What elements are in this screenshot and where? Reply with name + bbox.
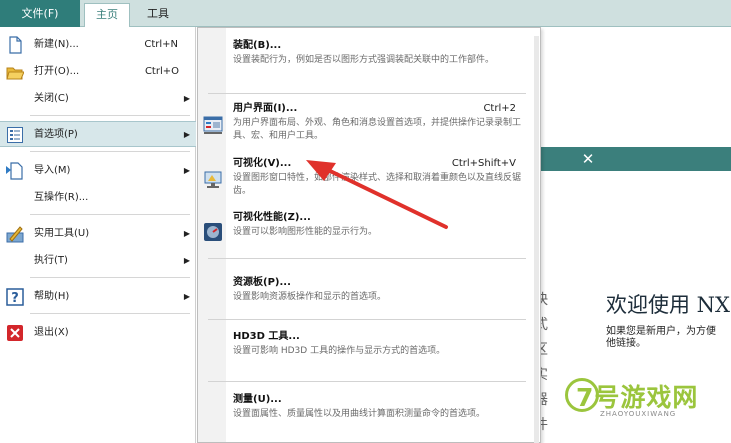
resource-panel-header: ✕ [536, 147, 731, 171]
menu-item-label: 导入(M) [34, 165, 71, 176]
submenu-divider [208, 258, 526, 259]
submenu-item-description: 设置可影响 HD3D 工具的操作与显示方式的首选项。 [233, 346, 446, 356]
chevron-right-icon: ▶ [183, 256, 190, 265]
chevron-right-icon: ▶ [183, 292, 190, 301]
watermark-logo: 7号游戏网 ZHAOYOUXIWANG [560, 378, 710, 434]
submenu-item-title: 测量(U)... [233, 394, 282, 405]
shortcut-label: Ctrl+N [144, 39, 178, 50]
menu-item-execute[interactable]: 执行(T) ▶ [0, 248, 196, 274]
help-icon: ? [6, 288, 24, 306]
tab-home[interactable]: 主页 [84, 3, 130, 27]
chevron-right-icon: ▶ [183, 94, 190, 103]
menu-item-label: 新建(N)... [34, 39, 79, 50]
shortcut-label: Ctrl+O [144, 66, 179, 77]
menu-item-label: 实用工具(U) [34, 228, 90, 239]
menu-item-new[interactable]: 新建(N)... Ctrl+N [0, 32, 196, 58]
submenu-item-description: 设置装配行为，例如是否以图形方式强调装配关联中的工作部件。 [233, 55, 495, 65]
watermark-text: 7号游戏网 [576, 383, 699, 412]
submenu-item-title: 装配(B)... [233, 40, 282, 51]
submenu-divider [208, 381, 526, 382]
close-icon[interactable]: ✕ [580, 147, 596, 171]
menu-item-help[interactable]: ? 帮助(H) ▶ [0, 284, 196, 310]
menu-item-utilities[interactable]: 实用工具(U) ▶ [0, 221, 196, 247]
menu-item-open[interactable]: 打开(O)... Ctrl+O [0, 59, 196, 85]
menu-divider [30, 115, 190, 116]
preferences-submenu: 装配(B)... 设置装配行为，例如是否以图形方式强调装配关联中的工作部件。 用… [197, 27, 541, 443]
menu-item-exit[interactable]: 退出(X) [0, 320, 196, 346]
menu-divider [30, 313, 190, 314]
submenu-divider [208, 93, 526, 94]
submenu-item-user-interface[interactable]: 用户界面(I)... Ctrl+2 为用户界面布局、外观、角色和消息设置首选项，… [198, 102, 540, 152]
menu-item-label: 打开(O)... [34, 66, 80, 77]
visualization-icon [202, 169, 224, 191]
submenu-item-description: 为用户界面布局、外观、角色和消息设置首选项，并提供操作记录录制工具、宏、和用户工… [233, 118, 522, 141]
welcome-line: 他链接。 [606, 338, 646, 349]
submenu-item-title: HD3D 工具... [233, 331, 300, 342]
utilities-icon [6, 225, 24, 243]
menu-item-import[interactable]: 导入(M) ▶ [0, 158, 196, 184]
menu-item-label: 执行(T) [34, 255, 68, 266]
menu-divider [30, 214, 190, 215]
submenu-divider [208, 319, 526, 320]
ribbon-tab-bar: 文件(F) 主页 工具 [0, 0, 731, 27]
submenu-item-assembly[interactable]: 装配(B)... 设置装配行为，例如是否以图形方式强调装配关联中的工作部件。 [198, 39, 540, 89]
submenu-item-resource-bar[interactable]: 资源板(P)... 设置影响资源板操作和显示的首选项。 [198, 276, 540, 312]
menu-item-label: 帮助(H) [34, 291, 70, 302]
annotation-arrow-icon [306, 160, 448, 229]
chevron-right-icon: ▶ [183, 130, 190, 139]
watermark-subtext: ZHAOYOUXIWANG [600, 410, 677, 418]
svg-text:?: ? [11, 291, 19, 306]
submenu-item-measure[interactable]: 测量(U)... 设置面属性、质量属性以及用曲线计算面积测量命令的首选项。 [198, 393, 540, 443]
submenu-item-description: 设置影响资源板操作和显示的首选项。 [233, 292, 387, 302]
submenu-item-title: 用户界面(I)... [233, 103, 298, 114]
submenu-scrollbar[interactable] [534, 36, 539, 443]
submenu-item-description: 设置面属性、质量属性以及用曲线计算面积测量命令的首选项。 [233, 409, 486, 419]
welcome-line: 如果您是新用户，为方便 [606, 326, 716, 337]
open-folder-icon [6, 63, 25, 81]
shortcut-label: Ctrl+Shift+V [451, 158, 516, 169]
submenu-item-title: 资源板(P)... [233, 277, 291, 288]
user-interface-icon [202, 114, 224, 136]
shortcut-label: Ctrl+2 [483, 103, 516, 114]
submenu-item-title: 可视化(V)... [233, 158, 292, 169]
menu-item-label: 退出(X) [34, 327, 69, 338]
submenu-item-hd3d-tools[interactable]: HD3D 工具... 设置可影响 HD3D 工具的操作与显示方式的首选项。 [198, 330, 540, 366]
visualization-performance-icon [202, 221, 224, 243]
menu-item-label: 互操作(R)... [34, 192, 89, 203]
menu-item-close[interactable]: 关闭(C) ▶ [0, 86, 196, 112]
menu-item-label: 关闭(C) [34, 93, 69, 104]
chevron-right-icon: ▶ [183, 166, 190, 175]
preferences-icon [6, 126, 24, 144]
exit-icon [6, 324, 24, 342]
menu-item-interop[interactable]: 互操作(R)... [0, 185, 196, 211]
welcome-subtitle: 如果您是新用户，为方便 他链接。 [606, 326, 716, 350]
new-file-icon [6, 36, 24, 54]
tab-tools[interactable]: 工具 [138, 3, 178, 27]
import-icon [6, 162, 24, 180]
menu-item-preferences[interactable]: 首选项(P) ▶ [0, 121, 196, 147]
menu-item-label: 首选项(P) [34, 129, 78, 140]
chevron-right-icon: ▶ [183, 229, 190, 238]
menu-divider [30, 151, 190, 152]
tab-file[interactable]: 文件(F) [0, 0, 80, 27]
welcome-title: 欢迎使用 NX [606, 293, 731, 317]
menu-divider [30, 277, 190, 278]
file-menu: 新建(N)... Ctrl+N 打开(O)... Ctrl+O 关闭(C) ▶ … [0, 27, 196, 443]
